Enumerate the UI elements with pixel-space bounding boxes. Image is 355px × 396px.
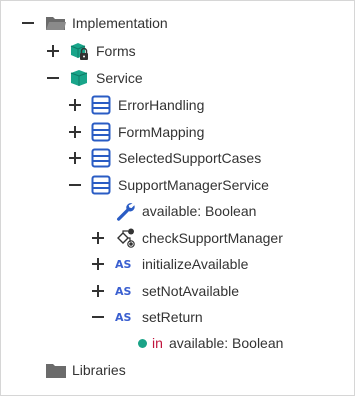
window-icon: [91, 122, 111, 142]
as-icon: AS: [115, 284, 135, 298]
tree-item-label: available: Boolean: [142, 203, 257, 219]
tree-item-errorhandling[interactable]: ErrorHandling: [1, 92, 354, 118]
tree-item-setnotavailable[interactable]: AS setNotAvailable: [1, 278, 354, 304]
tree-item-label: Libraries: [72, 362, 126, 378]
tree-item-label: Service: [96, 70, 143, 86]
collapse-toggle-icon[interactable]: [46, 71, 60, 85]
tree-item-label: SelectedSupportCases: [118, 150, 262, 166]
flow-icon: [115, 228, 135, 248]
svg-text:AS: AS: [115, 258, 132, 271]
window-icon: [91, 148, 111, 168]
expand-toggle-icon[interactable]: [68, 125, 82, 139]
expand-toggle-icon[interactable]: [91, 284, 105, 298]
tree-item-label: setReturn: [142, 309, 203, 325]
tree-item-checksupportmanager[interactable]: checkSupportManager: [1, 225, 354, 251]
expand-toggle-icon[interactable]: [91, 231, 105, 245]
bullet-icon: [138, 339, 147, 348]
svg-text:AS: AS: [115, 311, 132, 324]
tree-item-label: initializeAvailable: [142, 256, 249, 272]
tree-item-available-variable[interactable]: available: Boolean: [1, 198, 354, 224]
tree-item-label: FormMapping: [118, 124, 205, 140]
tree-item-libraries[interactable]: Libraries: [1, 357, 354, 383]
tree-item-label: Forms: [96, 43, 136, 59]
wrench-icon: [115, 201, 135, 221]
svg-text:AS: AS: [115, 285, 132, 298]
tree-item-label: checkSupportManager: [142, 230, 283, 246]
expand-toggle-icon[interactable]: [68, 151, 82, 165]
parameter-direction-keyword: in: [152, 335, 163, 351]
folder-open-icon: [45, 13, 66, 33]
tree-item-label: Implementation: [72, 15, 168, 31]
collapse-toggle-icon[interactable]: [68, 178, 82, 192]
as-icon: AS: [115, 257, 135, 271]
collapse-toggle-icon[interactable]: [91, 310, 105, 324]
expand-toggle-icon[interactable]: [91, 257, 105, 271]
expand-toggle-icon[interactable]: [46, 44, 60, 58]
as-icon: AS: [115, 310, 135, 324]
tree-item-setreturn[interactable]: AS setReturn: [1, 304, 354, 330]
tree-item-label: ErrorHandling: [118, 97, 205, 113]
tree-item-formmapping[interactable]: FormMapping: [1, 119, 354, 145]
window-icon: [91, 95, 111, 115]
folder-icon: [45, 360, 66, 380]
tree-item-label: available: Boolean: [169, 335, 284, 351]
tree-item-selectedsupportcases[interactable]: SelectedSupportCases: [1, 145, 354, 171]
expand-toggle-icon[interactable]: [68, 98, 82, 112]
locked-package-icon: [69, 41, 89, 61]
package-icon: [69, 68, 89, 88]
project-tree-panel: Implementation Forms Service ErrorHandli…: [0, 0, 355, 396]
tree-item-implementation[interactable]: Implementation: [1, 10, 354, 36]
tree-item-supportmanagerservice[interactable]: SupportManagerService: [1, 172, 354, 198]
tree-item-label: SupportManagerService: [118, 177, 269, 193]
tree-item-label: setNotAvailable: [142, 283, 240, 299]
tree-item-service[interactable]: Service: [1, 65, 354, 91]
tree-item-forms[interactable]: Forms: [1, 38, 354, 64]
tree-item-initializeavailable[interactable]: AS initializeAvailable: [1, 251, 354, 277]
collapse-toggle-icon[interactable]: [21, 16, 35, 30]
tree-item-in-parameter[interactable]: in available: Boolean: [1, 330, 354, 356]
window-icon: [91, 175, 111, 195]
